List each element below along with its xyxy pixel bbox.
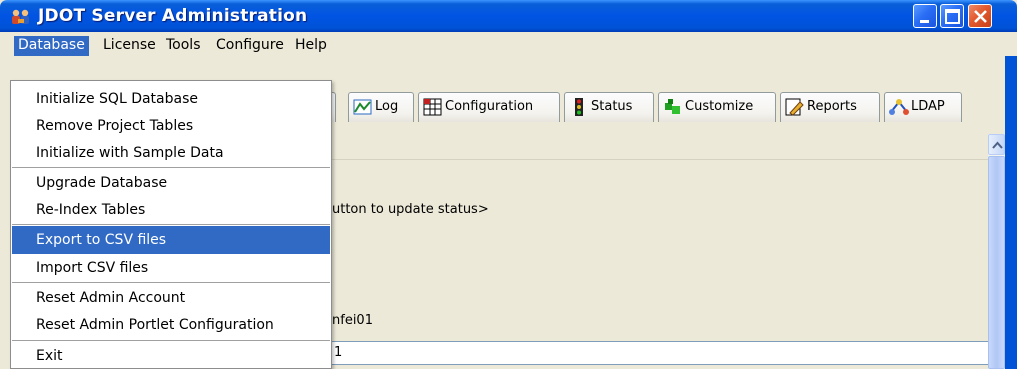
menu-item-exit[interactable]: Exit [12, 342, 330, 369]
menu-item-upgrade-database[interactable]: Upgrade Database [12, 169, 330, 197]
menu-tools[interactable]: Tools [162, 36, 205, 56]
tab-ldap-label: LDAP [911, 99, 945, 114]
menu-item-reset-admin-account[interactable]: Reset Admin Account [12, 284, 330, 312]
customize-puzzle-icon [665, 99, 680, 114]
menu-separator [12, 224, 330, 225]
menu-item-reset-admin-portlet[interactable]: Reset Admin Portlet Configuration [12, 311, 330, 339]
close-icon [974, 10, 987, 23]
tab-configuration[interactable]: Configuration [418, 92, 560, 122]
app-people-icon [10, 8, 32, 26]
menu-item-reindex-tables[interactable]: Re-Index Tables [12, 196, 330, 224]
window-right-border [1005, 56, 1017, 369]
menu-separator [12, 282, 330, 283]
tab-customize-label: Customize [685, 99, 754, 114]
maximize-icon [945, 9, 960, 24]
menu-item-initialize-sample-data[interactable]: Initialize with Sample Data [12, 139, 330, 167]
content-panel [330, 134, 988, 369]
tab-ldap[interactable]: LDAP [884, 92, 962, 122]
configuration-grid-icon [423, 98, 442, 116]
user-value: nfei01 [332, 313, 373, 328]
menu-bar: Database License Tools Configure Help [0, 32, 1017, 56]
tab-configuration-label: Configuration [445, 99, 534, 114]
menu-help[interactable]: Help [291, 36, 331, 56]
scrollbar-thumb[interactable] [988, 156, 1005, 369]
menu-item-import-csv[interactable]: Import CSV files [12, 254, 330, 282]
scroll-up-button[interactable] [988, 134, 1005, 155]
title-bar[interactable]: JDOT Server Administration [0, 0, 1017, 32]
ldap-network-icon [889, 99, 909, 115]
minimize-button[interactable] [913, 4, 937, 28]
tab-status[interactable]: Status [564, 92, 654, 122]
tab-log[interactable]: Log [348, 92, 414, 122]
tab-customize[interactable]: Customize [658, 92, 776, 122]
menu-item-initialize-sql-database[interactable]: Initialize SQL Database [12, 85, 330, 113]
tab-reports-label: Reports [807, 99, 857, 114]
tab-strip: Log Configuration Status Customize Repor… [320, 92, 970, 122]
menu-item-remove-project-tables[interactable]: Remove Project Tables [12, 112, 330, 140]
tab-status-label: Status [591, 99, 633, 114]
status-message: utton to update status> [332, 202, 489, 217]
menu-item-export-csv[interactable]: Export to CSV files [12, 226, 330, 254]
menu-configure[interactable]: Configure [212, 36, 288, 56]
minimize-icon [920, 20, 929, 23]
menu-database[interactable]: Database [14, 36, 89, 56]
chevron-up-icon [992, 141, 1003, 149]
reports-pencil-icon [785, 98, 804, 116]
tab-log-label: Log [375, 99, 399, 114]
value-field-text: 1 [334, 345, 343, 360]
tab-reports[interactable]: Reports [780, 92, 880, 122]
menu-separator [12, 167, 330, 168]
traffic-light-icon [575, 98, 583, 116]
menu-license[interactable]: License [99, 36, 160, 56]
panel-header [330, 134, 988, 160]
menu-separator [12, 340, 330, 341]
log-chart-icon [353, 99, 372, 115]
value-field[interactable]: 1 [330, 341, 988, 365]
database-dropdown-menu: Initialize SQL Database Remove Project T… [10, 80, 332, 369]
maximize-button[interactable] [940, 4, 964, 28]
window-title: JDOT Server Administration [38, 6, 308, 26]
close-button[interactable] [968, 4, 992, 28]
